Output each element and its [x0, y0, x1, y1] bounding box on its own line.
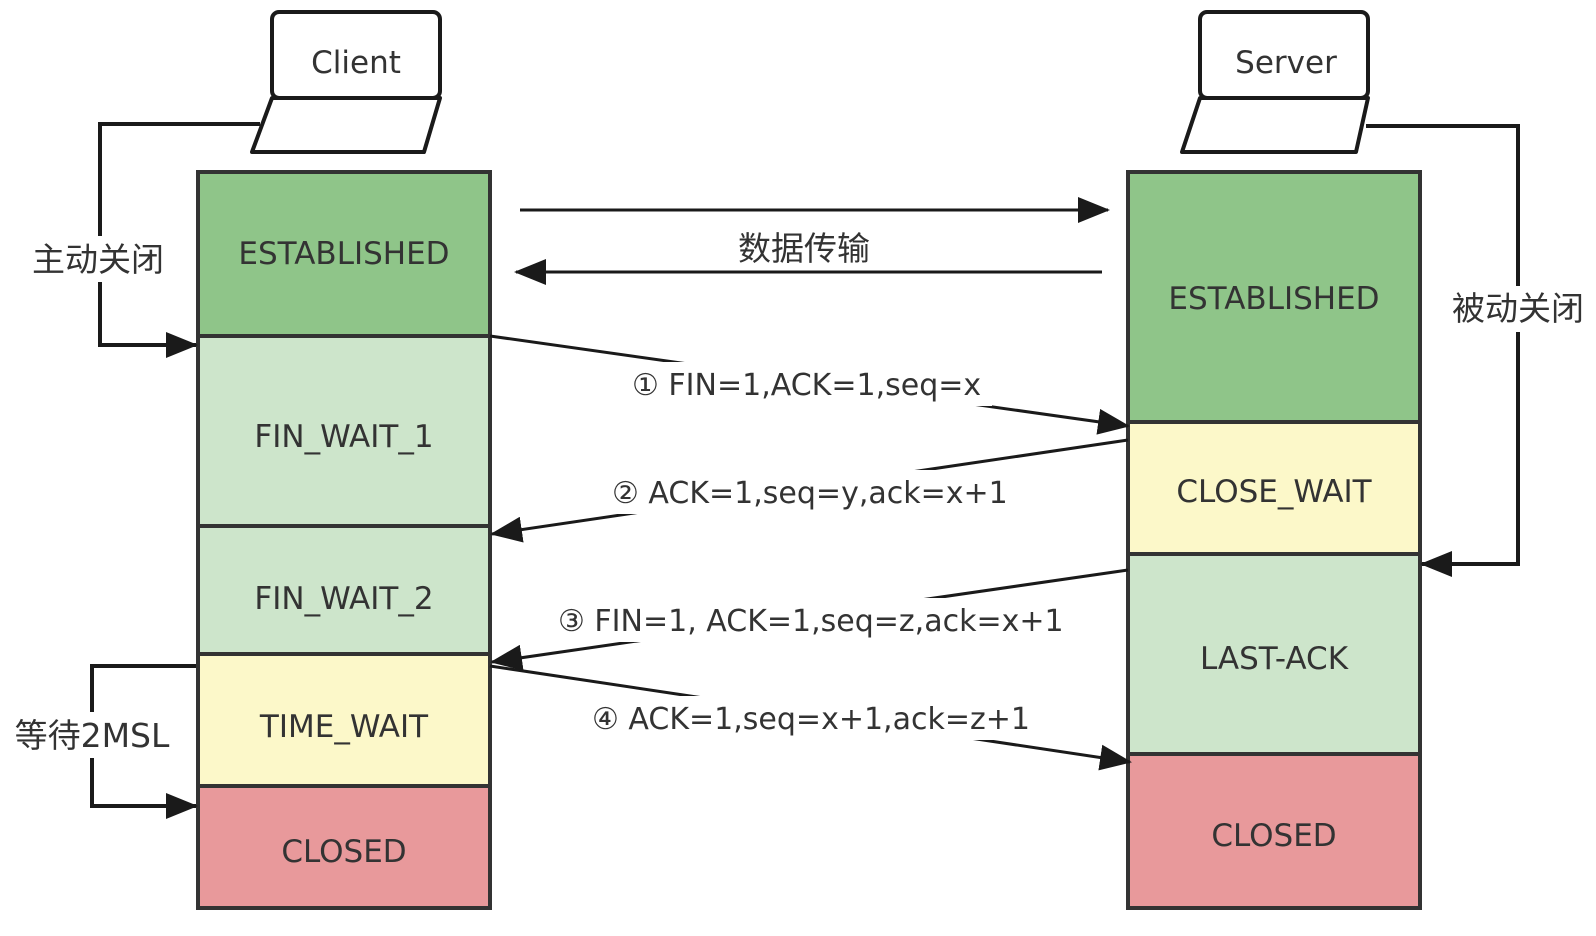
client-state-label: FIN_WAIT_1 — [254, 419, 433, 455]
message-4-label: ④ ACK=1,seq=x+1,ack=z+1 — [592, 702, 1030, 737]
client-state-label: ESTABLISHED — [238, 236, 449, 272]
client-state-label: TIME_WAIT — [259, 709, 429, 745]
message-1-label: ① FIN=1,ACK=1,seq=x — [632, 368, 981, 403]
server-state-label: LAST-ACK — [1200, 641, 1349, 677]
message-2-label: ② ACK=1,seq=y,ack=x+1 — [612, 476, 1008, 511]
server-laptop-icon: Server — [1180, 10, 1370, 154]
server-state-label: ESTABLISHED — [1168, 281, 1379, 317]
wait-2msl-bracket: 等待2MSL — [0, 664, 198, 819]
message-4-arrow: ④ ACK=1,seq=x+1,ack=z+1 — [489, 664, 1132, 771]
server-state-label: CLOSED — [1211, 818, 1336, 854]
tcp-four-way-handshake-diagram: Client Server ESTABLISHED FIN_WAIT_1 FIN… — [0, 10, 1590, 910]
server-state-label: CLOSE_WAIT — [1176, 474, 1372, 510]
passive-close-label: 被动关闭 — [1452, 289, 1584, 328]
server-label: Server — [1235, 45, 1337, 81]
message-1-arrow: ① FIN=1,ACK=1,seq=x — [489, 334, 1130, 435]
client-state-label: FIN_WAIT_2 — [254, 581, 433, 617]
client-state-stack: ESTABLISHED FIN_WAIT_1 FIN_WAIT_2 TIME_W… — [196, 170, 492, 910]
client-laptop-icon: Client — [250, 10, 442, 154]
message-2-arrow: ② ACK=1,seq=y,ack=x+1 — [490, 438, 1129, 543]
client-state-label: CLOSED — [281, 834, 406, 870]
client-label: Client — [311, 45, 401, 81]
diagram-stage: Client Server ESTABLISHED FIN_WAIT_1 FIN… — [0, 0, 1596, 936]
data-transfer-arrows: 数据传输 — [514, 197, 1110, 285]
message-3-arrow: ③ FIN=1, ACK=1,seq=z,ack=x+1 — [490, 568, 1129, 671]
message-3-label: ③ FIN=1, ACK=1,seq=z,ack=x+1 — [558, 604, 1064, 639]
active-close-label: 主动关闭 — [32, 240, 164, 279]
server-state-stack: ESTABLISHED CLOSE_WAIT LAST-ACK CLOSED — [1126, 170, 1422, 910]
wait-2msl-label: 等待2MSL — [15, 716, 170, 755]
data-transfer-label: 数据传输 — [738, 229, 870, 268]
